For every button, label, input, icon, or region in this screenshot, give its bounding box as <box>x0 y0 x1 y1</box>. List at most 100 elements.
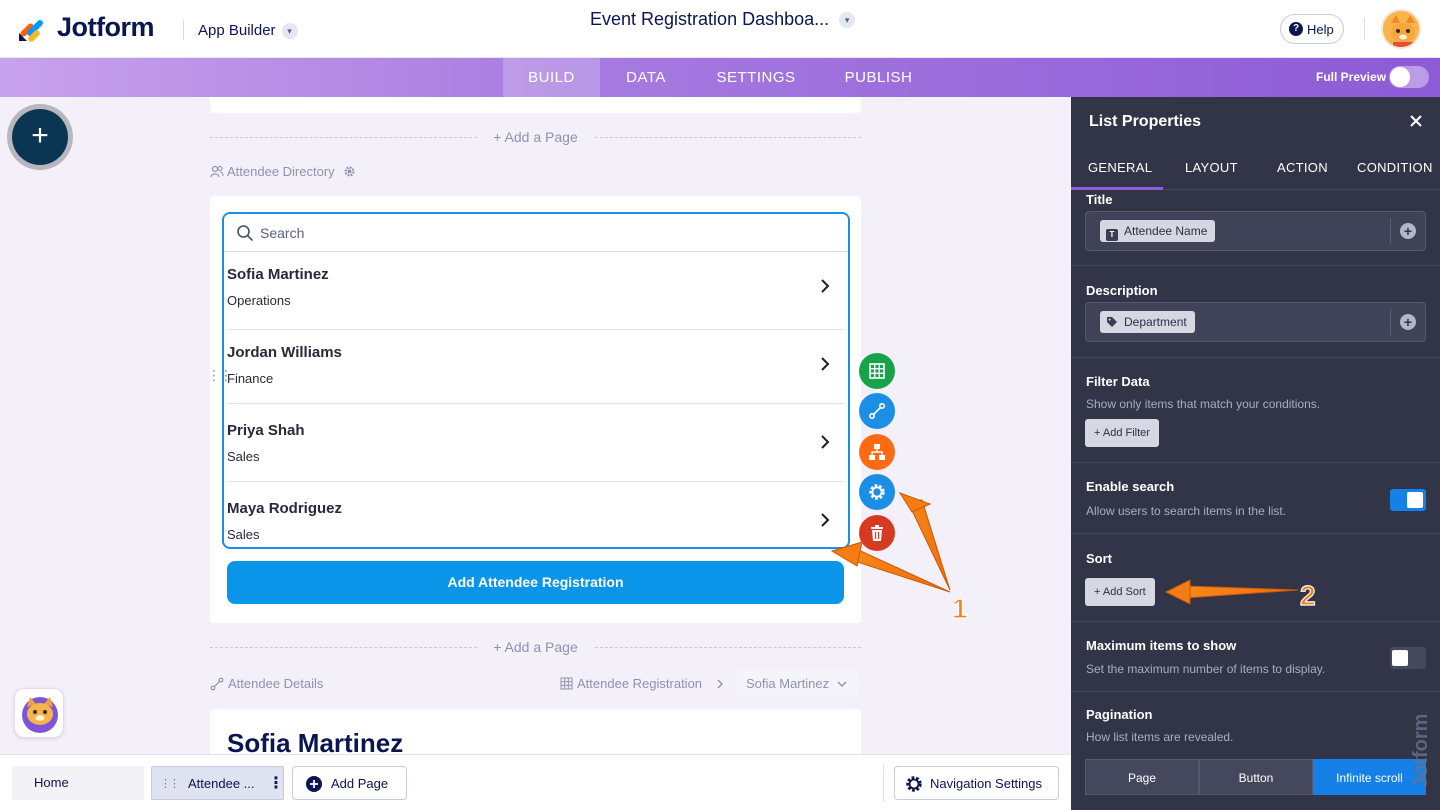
chevron-right-icon <box>821 279 830 293</box>
jotform-logo-icon[interactable] <box>17 13 47 43</box>
close-icon[interactable] <box>1408 113 1424 129</box>
description-setting-label: Description <box>1086 283 1158 298</box>
add-page-button[interactable]: Add Page <box>292 766 407 800</box>
pagination-option-page[interactable]: Page <box>1085 759 1199 795</box>
active-tab-indicator <box>1071 187 1163 190</box>
tab-layout[interactable]: LAYOUT <box>1185 160 1238 175</box>
header-divider <box>1364 18 1365 40</box>
route-icon <box>869 403 885 419</box>
tab-build[interactable]: BUILD <box>503 58 600 97</box>
list-item[interactable]: Priya Shah Sales <box>227 404 845 482</box>
field-divider <box>1390 218 1391 244</box>
builder-nav: BUILD DATA SETTINGS PUBLISH Full Preview <box>0 58 1440 97</box>
page-name: Attendee Directory <box>227 164 335 179</box>
help-button[interactable]: ? Help <box>1280 14 1344 44</box>
add-page-label: + Add a Page <box>493 129 578 145</box>
add-page-divider[interactable]: + Add a Page <box>210 638 861 658</box>
add-element-button[interactable]: + <box>7 104 73 170</box>
title-field[interactable]: T Attendee Name + <box>1085 211 1426 251</box>
description-field-tag[interactable]: Department <box>1100 311 1195 333</box>
list-item[interactable]: Sofia Martinez Operations <box>227 252 845 330</box>
chevron-right-icon <box>821 357 830 371</box>
table-view-button[interactable] <box>859 353 895 389</box>
connect-page-button[interactable] <box>859 393 895 429</box>
delete-element-button[interactable] <box>859 515 895 551</box>
list-item[interactable]: Maya Rodriguez Sales <box>227 482 845 546</box>
breadcrumb[interactable]: Attendee Registration <box>560 676 702 691</box>
tab-settings[interactable]: SETTINGS <box>692 58 820 97</box>
chevron-right-icon <box>821 513 830 527</box>
search-setting-label: Enable search <box>1086 479 1175 494</box>
max-items-setting-label: Maximum items to show <box>1086 638 1237 653</box>
hierarchy-button[interactable] <box>859 434 895 470</box>
route-icon <box>210 677 224 691</box>
section-divider <box>1071 621 1440 622</box>
chevron-down-icon <box>837 681 847 687</box>
svg-text:Jotform: Jotform <box>1410 714 1432 788</box>
chevron-down-icon: ▾ <box>281 23 298 40</box>
search-help-text: Allow users to search items in the list. <box>1086 504 1287 518</box>
section-divider <box>1071 265 1440 266</box>
tab-action[interactable]: ACTION <box>1277 160 1328 175</box>
app-builder-menu[interactable]: App Builder ▾ <box>198 22 298 40</box>
sort-setting-label: Sort <box>1086 551 1112 566</box>
page-tab-home[interactable]: Home <box>12 766 144 800</box>
callout-arrow <box>898 492 951 591</box>
tag-label: Attendee Name <box>1124 224 1208 238</box>
toggle-knob <box>1390 67 1410 87</box>
section-divider <box>1071 357 1440 358</box>
list-search-field[interactable]: Search <box>224 214 848 252</box>
brand-name[interactable]: Jotform <box>57 12 155 43</box>
tab-condition[interactable]: CONDITION <box>1357 160 1433 175</box>
page-name: Attendee Details <box>228 676 324 691</box>
list-item-title: Sofia Martinez <box>227 266 329 283</box>
drag-handle-icon[interactable]: ⋮⋮ <box>207 368 233 382</box>
user-avatar[interactable] <box>1381 9 1421 49</box>
tag-label: Department <box>1124 315 1187 329</box>
gear-icon[interactable] <box>343 165 356 178</box>
bottom-divider <box>883 764 884 802</box>
record-selector[interactable]: Sofia Martinez <box>735 670 859 696</box>
add-sort-button[interactable]: + Add Sort <box>1085 578 1155 606</box>
cat-assistant-icon <box>22 697 58 733</box>
plus-circle-icon <box>306 776 322 792</box>
breadcrumb-record: Sofia Martinez <box>746 676 830 691</box>
more-options-icon[interactable]: ⋮ <box>268 767 284 801</box>
previous-page-card <box>210 97 861 113</box>
tab-general[interactable]: GENERAL <box>1088 160 1152 175</box>
add-field-icon[interactable]: + <box>1400 314 1416 330</box>
tab-publish[interactable]: PUBLISH <box>820 58 937 97</box>
header-divider <box>183 20 184 40</box>
add-field-icon[interactable]: + <box>1400 223 1416 239</box>
add-attendee-registration-button[interactable]: Add Attendee Registration <box>227 561 844 604</box>
element-settings-button[interactable] <box>859 474 895 510</box>
directory-page-label[interactable]: Attendee Directory <box>210 164 356 179</box>
enable-search-toggle[interactable] <box>1390 489 1426 511</box>
navigation-settings-label: Navigation Settings <box>930 776 1043 791</box>
app-title[interactable]: Event Registration Dashboa... ▾ <box>590 9 856 30</box>
plus-icon: + <box>12 109 68 165</box>
full-preview-toggle[interactable] <box>1389 66 1429 88</box>
title-field-tag[interactable]: T Attendee Name <box>1100 220 1216 242</box>
search-icon <box>237 225 253 241</box>
description-field[interactable]: Department + <box>1085 302 1426 342</box>
navigation-settings-button[interactable]: Navigation Settings <box>894 766 1059 800</box>
drag-handle-icon[interactable]: ⋮⋮ <box>160 767 180 801</box>
app-title-text: Event Registration Dashboa... <box>590 9 830 29</box>
chevron-down-icon: ▾ <box>839 12 856 29</box>
page-tab-attendee[interactable]: ⋮⋮ Attendee ... ⋮ <box>151 766 284 800</box>
list-item-description: Sales <box>227 527 260 542</box>
ai-assistant-button[interactable] <box>14 688 64 738</box>
search-placeholder: Search <box>260 225 305 241</box>
list-item-description: Operations <box>227 293 291 308</box>
list-item[interactable]: Jordan Williams Finance <box>227 326 845 404</box>
add-filter-button[interactable]: + Add Filter <box>1085 419 1159 447</box>
pagination-option-button[interactable]: Button <box>1199 759 1313 795</box>
chevron-right-icon <box>821 435 830 449</box>
max-items-toggle[interactable] <box>1390 647 1426 669</box>
text-icon: T <box>1106 229 1118 241</box>
properties-panel <box>1071 97 1440 810</box>
tab-data[interactable]: DATA <box>600 58 692 97</box>
add-page-divider[interactable]: + Add a Page <box>210 128 861 148</box>
details-page-label[interactable]: Attendee Details <box>210 676 323 691</box>
